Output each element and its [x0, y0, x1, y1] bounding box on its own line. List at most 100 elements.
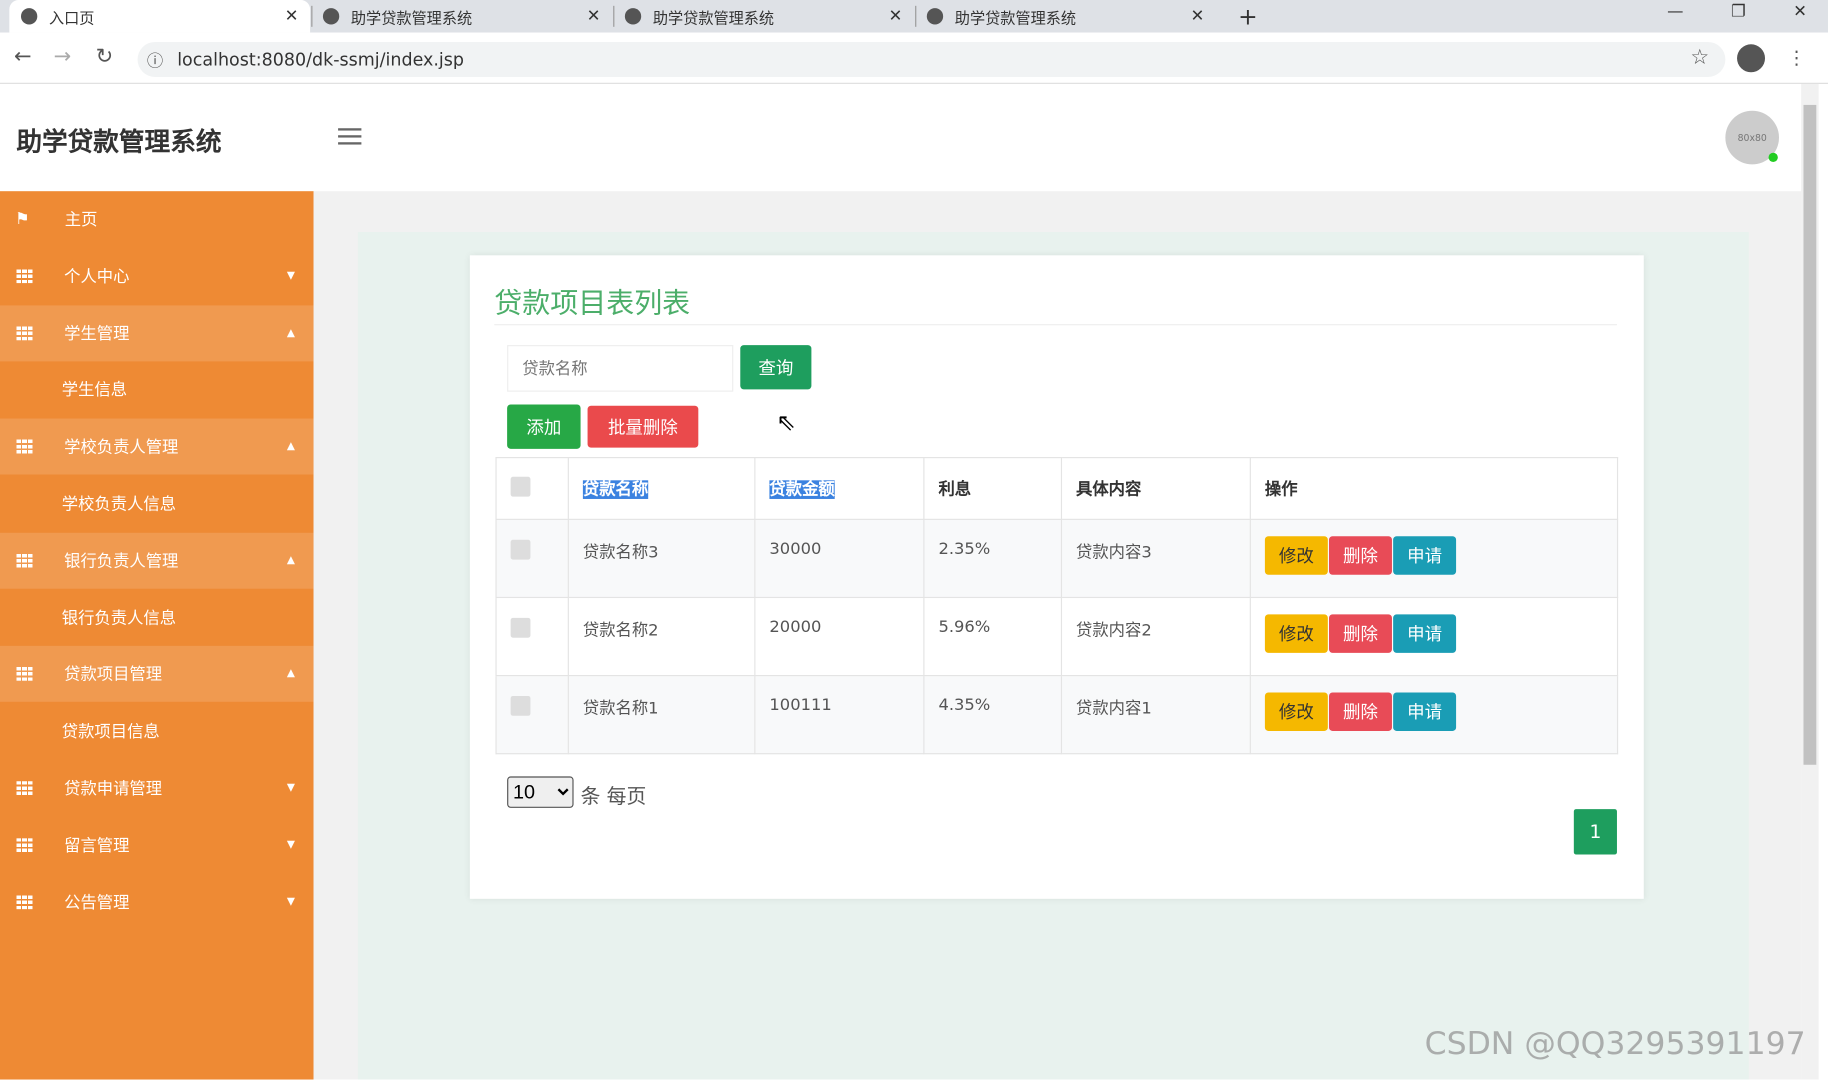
cell-name: 贷款名称2: [567, 596, 756, 677]
mouse-cursor-icon: ⇖: [776, 408, 796, 437]
sidebar-item-label: 留言管理: [64, 836, 130, 856]
profile-icon[interactable]: [1737, 44, 1766, 73]
scrollbar-thumb[interactable]: [1803, 104, 1817, 765]
sidebar-item-label: 贷款项目管理: [64, 666, 163, 685]
sidebar-item-label: 学校负责人信息: [61, 495, 177, 515]
delete-button[interactable]: 删除: [1329, 536, 1392, 575]
new-tab-button[interactable]: +: [1238, 2, 1258, 30]
sidebar-item[interactable]: 学生管理 ▲: [0, 304, 314, 361]
grid-icon: [16, 781, 33, 796]
forward-icon[interactable]: →: [54, 44, 72, 68]
tab-title: 入口页: [48, 9, 95, 28]
watermark: CSDN @QQ3295391197: [1424, 1025, 1806, 1063]
sidebar-item[interactable]: 个人中心 ▼: [0, 248, 314, 304]
caret-down-icon: ▼: [286, 839, 295, 851]
sidebar-item[interactable]: 银行负责人信息: [0, 589, 314, 645]
back-icon[interactable]: ←: [14, 44, 32, 68]
caret-down-icon: ▼: [286, 782, 295, 794]
row-checkbox[interactable]: [510, 539, 531, 560]
cell-name: 贷款名称1: [567, 674, 756, 755]
sidebar-item-label: 学生信息: [61, 381, 128, 401]
cell-actions: 修改 删除 申请: [1249, 674, 1619, 755]
window-controls[interactable]: — ❐ ✕: [1667, 2, 1807, 21]
page-size-select[interactable]: 10: [507, 776, 574, 808]
delete-button[interactable]: 删除: [1329, 692, 1392, 731]
row-checkbox[interactable]: [510, 617, 531, 638]
grid-icon: [16, 325, 33, 340]
delete-button[interactable]: 删除: [1329, 614, 1392, 653]
search-input[interactable]: [507, 345, 734, 392]
star-icon[interactable]: ☆: [1690, 45, 1709, 69]
sidebar-item[interactable]: 贷款申请管理 ▼: [0, 760, 314, 816]
browser-tab[interactable]: 助学贷款管理系统 ✕: [613, 0, 914, 33]
table-row: 贷款名称3 30000 2.35% 贷款内容3 修改 删除 申请: [495, 518, 1619, 599]
apply-button[interactable]: 申请: [1393, 536, 1457, 575]
edit-button[interactable]: 修改: [1264, 536, 1328, 575]
batch-delete-button[interactable]: 批量删除: [587, 405, 699, 448]
browser-tab[interactable]: 入口页 ✕: [9, 0, 311, 33]
cell-amount: 20000: [754, 596, 925, 677]
app-title: 助学贷款管理系统: [16, 128, 222, 158]
cell-amount: 100111: [754, 674, 925, 755]
caret-up-icon: ▲: [286, 440, 295, 453]
edit-button[interactable]: 修改: [1264, 614, 1328, 653]
cell-actions: 修改 删除 申请: [1249, 596, 1619, 677]
sidebar-item-label: 个人中心: [64, 267, 130, 287]
col-amount[interactable]: 贷款金额: [769, 480, 835, 499]
tab-separator: [311, 5, 313, 27]
apply-button[interactable]: 申请: [1393, 692, 1457, 731]
close-tab-icon[interactable]: ✕: [285, 7, 299, 26]
page-size-label: 条 每页: [580, 785, 647, 810]
edit-button[interactable]: 修改: [1264, 692, 1328, 731]
close-tab-icon[interactable]: ✕: [587, 7, 601, 26]
cell-interest: 4.35%: [923, 674, 1063, 755]
browser-tab[interactable]: 助学贷款管理系统 ✕: [311, 0, 612, 33]
sidebar-item[interactable]: 留言管理 ▼: [0, 817, 314, 873]
sidebar-item[interactable]: 公告管理 ▼: [0, 874, 314, 930]
tab-title: 助学贷款管理系统: [652, 9, 775, 28]
loan-table: 贷款名称 贷款金额 利息 具体内容 操作 贷款名称3 30000 2.35% 贷…: [495, 456, 1619, 755]
row-checkbox[interactable]: [510, 695, 531, 716]
tab-separator: [613, 5, 615, 27]
close-tab-icon[interactable]: ✕: [1191, 7, 1205, 26]
sidebar-item[interactable]: 学校负责人信息: [0, 476, 314, 532]
select-all-checkbox[interactable]: [510, 476, 531, 497]
menu-icon[interactable]: ⋮: [1787, 47, 1806, 69]
table-header-row: 贷款名称 贷款金额 利息 具体内容 操作: [495, 456, 1619, 520]
sidebar-item[interactable]: 学校负责人管理 ▲: [0, 418, 314, 475]
globe-icon: [926, 8, 944, 25]
sidebar-item[interactable]: 贷款项目管理 ▲: [0, 646, 314, 703]
hamburger-icon[interactable]: [338, 128, 362, 145]
add-button[interactable]: 添加: [507, 404, 581, 449]
sidebar-item-label: 贷款申请管理: [64, 779, 163, 799]
url-field[interactable]: localhost:8080/dk-ssmj/index.jsp: [137, 41, 1726, 77]
sidebar-item[interactable]: 学生信息: [0, 362, 314, 418]
tab-title: 助学贷款管理系统: [350, 9, 473, 28]
sidebar-item[interactable]: ⚑ 主页: [0, 191, 314, 247]
grid-icon: [16, 894, 33, 909]
caret-down-icon: ▼: [286, 896, 295, 908]
page-title: 贷款项目表列表: [494, 286, 691, 320]
minimize-icon[interactable]: —: [1667, 2, 1683, 21]
cell-interest: 5.96%: [923, 596, 1063, 677]
sidebar-item-label: 银行负责人管理: [64, 552, 179, 572]
close-tab-icon[interactable]: ✕: [889, 7, 903, 26]
close-window-icon[interactable]: ✕: [1793, 2, 1807, 21]
reload-icon[interactable]: ↻: [96, 44, 114, 68]
sidebar-item[interactable]: 贷款项目信息: [0, 703, 314, 759]
apply-button[interactable]: 申请: [1393, 614, 1457, 653]
info-icon[interactable]: ⓘ: [147, 49, 163, 72]
col-name[interactable]: 贷款名称: [583, 480, 649, 499]
browser-tab[interactable]: 助学贷款管理系统 ✕: [915, 0, 1216, 33]
restore-icon[interactable]: ❐: [1731, 2, 1746, 21]
scrollbar[interactable]: [1801, 83, 1819, 1080]
flag-icon: ⚑: [15, 209, 30, 229]
search-button[interactable]: 查询: [740, 345, 812, 390]
cell-content: 贷款内容2: [1060, 596, 1251, 677]
sidebar-item[interactable]: 银行负责人管理 ▲: [0, 532, 314, 589]
grid-icon: [16, 553, 33, 568]
page-1-button[interactable]: 1: [1573, 809, 1617, 855]
url-text: localhost:8080/dk-ssmj/index.jsp: [177, 48, 465, 70]
sidebar-item-label: 学校负责人管理: [64, 438, 179, 458]
online-status-dot: [1768, 152, 1778, 163]
